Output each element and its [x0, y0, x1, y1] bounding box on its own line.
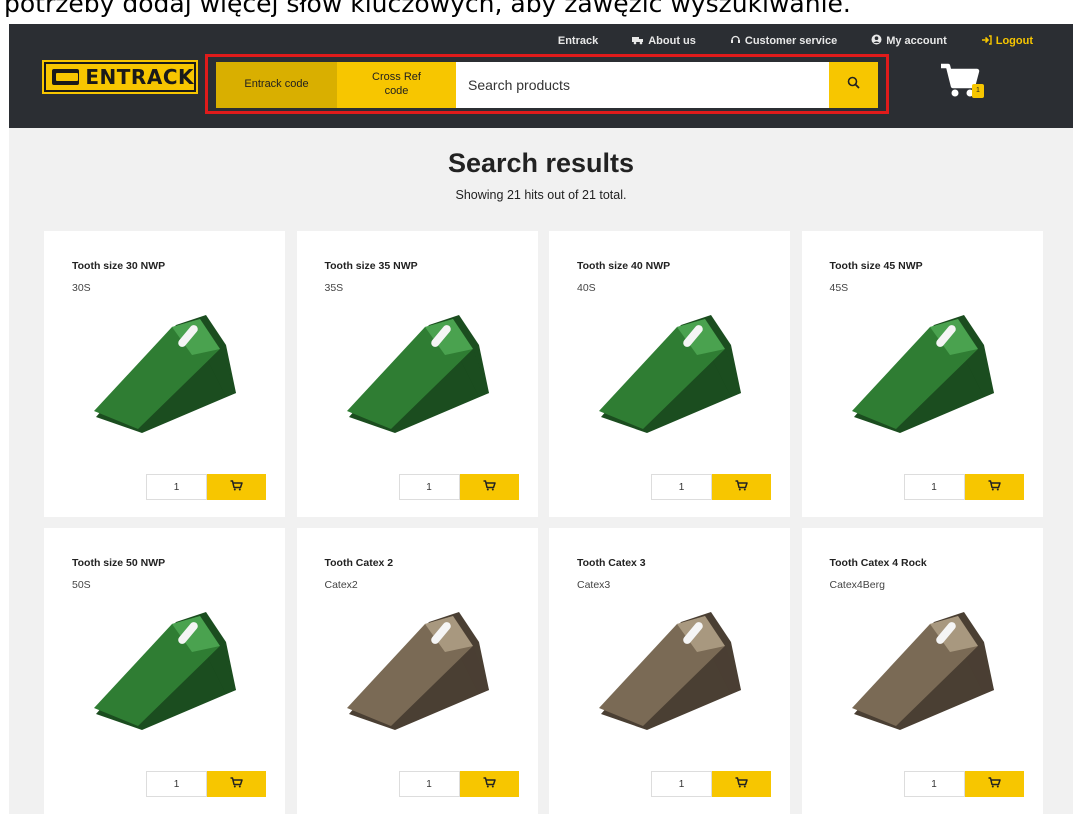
- search-button[interactable]: [829, 62, 878, 108]
- site-header: Entrack About us Customer service My acc…: [9, 24, 1073, 128]
- nav-customer-service[interactable]: Customer service: [730, 34, 837, 48]
- cross-ref-code-label: Cross Ref code: [372, 71, 421, 97]
- add-to-cart-button[interactable]: [459, 771, 519, 797]
- nav-entrack-label: Entrack: [557, 35, 599, 47]
- cart-add-icon: [483, 775, 496, 793]
- nav-logout[interactable]: Logout: [981, 34, 1033, 48]
- add-to-cart-button[interactable]: [712, 474, 771, 500]
- cart-add-icon: [735, 478, 748, 496]
- add-to-cart-button[interactable]: [712, 771, 771, 797]
- quantity-input[interactable]: 1: [903, 474, 965, 500]
- nav-my-account-label: My account: [886, 35, 947, 47]
- product-grid: Tooth size 30 NWP 30S 1 Tooth size 35 NW…: [44, 231, 1071, 814]
- quantity-input[interactable]: 1: [398, 771, 460, 797]
- truck-icon: [632, 35, 644, 48]
- product-code: Catex4Berg: [829, 579, 885, 591]
- product-name[interactable]: Tooth size 50 NWP: [72, 557, 165, 569]
- product-image[interactable]: [76, 602, 256, 742]
- add-to-cart-button[interactable]: [964, 771, 1024, 797]
- product-card[interactable]: Tooth Catex 3 Catex3 1: [549, 528, 790, 814]
- product-card[interactable]: Tooth size 30 NWP 30S 1: [44, 231, 285, 517]
- cart-add-icon: [483, 478, 496, 496]
- product-image[interactable]: [329, 305, 509, 445]
- add-to-cart-button[interactable]: [459, 474, 519, 500]
- quantity-input[interactable]: 1: [651, 474, 712, 500]
- logo-text: ENTRACK: [85, 65, 194, 89]
- cart-add-icon: [988, 775, 1001, 793]
- cart-add-icon: [735, 775, 748, 793]
- cross-ref-code-toggle[interactable]: Cross Ref code: [337, 62, 456, 108]
- search-input[interactable]: [456, 62, 829, 108]
- cart-button[interactable]: 1: [939, 60, 989, 100]
- results-count: Showing 21 hits out of 21 total.: [455, 188, 627, 202]
- product-image[interactable]: [581, 602, 761, 742]
- entrack-logo[interactable]: ENTRACK: [42, 60, 198, 94]
- product-card[interactable]: Tooth Catex 4 Rock Catex4Berg 1: [801, 528, 1043, 814]
- caption-text: potrzeby dodaj więcej słów kluczowych, a…: [4, 0, 851, 18]
- logo-mark-icon: [52, 69, 80, 85]
- search-icon: [847, 76, 860, 94]
- product-code: 40S: [577, 282, 596, 294]
- product-card[interactable]: Tooth size 35 NWP 35S 1: [296, 231, 538, 517]
- product-name[interactable]: Tooth Catex 2: [325, 557, 394, 569]
- product-code: 50S: [72, 579, 91, 591]
- add-to-cart-button[interactable]: [207, 474, 266, 500]
- search-results-page: Search results Showing 21 hits out of 21…: [9, 128, 1073, 814]
- nav-about-us[interactable]: About us: [632, 34, 696, 48]
- headset-icon: [730, 34, 741, 48]
- nav-customer-service-label: Customer service: [744, 35, 838, 47]
- product-name[interactable]: Tooth Catex 4 Rock: [830, 557, 927, 569]
- nav-my-account[interactable]: My account: [871, 34, 947, 48]
- quantity-input[interactable]: 1: [146, 474, 207, 500]
- product-code: Catex2: [324, 579, 358, 591]
- add-to-cart-button[interactable]: [964, 474, 1024, 500]
- quantity-input[interactable]: 1: [398, 474, 460, 500]
- product-card[interactable]: Tooth Catex 2 Catex2 1: [296, 528, 538, 814]
- quantity-input[interactable]: 1: [651, 771, 712, 797]
- nav-entrack[interactable]: Entrack: [558, 34, 598, 48]
- product-card[interactable]: Tooth size 45 NWP 45S 1: [801, 231, 1043, 517]
- nav-about-us-label: About us: [648, 35, 696, 47]
- product-card[interactable]: Tooth size 50 NWP 50S 1: [44, 528, 285, 814]
- product-name[interactable]: Tooth size 35 NWP: [325, 260, 418, 272]
- product-image[interactable]: [834, 602, 1014, 742]
- cart-add-icon: [230, 478, 243, 496]
- quantity-input[interactable]: 1: [903, 771, 965, 797]
- cart-add-icon: [230, 775, 243, 793]
- product-image[interactable]: [76, 305, 256, 445]
- search-highlight-frame: Entrack code Cross Ref code: [205, 54, 889, 114]
- entrack-code-toggle[interactable]: Entrack code: [216, 62, 337, 108]
- user-circle-icon: [871, 34, 882, 48]
- search-bar: Entrack code Cross Ref code: [216, 62, 878, 108]
- cart-add-icon: [988, 478, 1001, 496]
- quantity-input[interactable]: 1: [146, 771, 207, 797]
- page-title: Search results: [447, 148, 635, 178]
- product-code: 45S: [829, 282, 849, 294]
- add-to-cart-button[interactable]: [207, 771, 266, 797]
- product-code: 35S: [324, 282, 344, 294]
- product-name[interactable]: Tooth size 45 NWP: [830, 260, 923, 272]
- product-image[interactable]: [329, 602, 509, 742]
- product-image[interactable]: [834, 305, 1014, 445]
- product-name[interactable]: Tooth size 30 NWP: [72, 260, 165, 272]
- top-navigation: Entrack About us Customer service My acc…: [558, 34, 1033, 48]
- product-code: Catex3: [577, 579, 611, 591]
- product-code: 30S: [72, 282, 91, 294]
- product-card[interactable]: Tooth size 40 NWP 40S 1: [549, 231, 790, 517]
- logout-icon: [981, 34, 992, 48]
- product-image[interactable]: [581, 305, 761, 445]
- cart-count-badge: 1: [972, 84, 984, 98]
- product-name[interactable]: Tooth size 40 NWP: [577, 260, 670, 272]
- entrack-code-label: Entrack code: [244, 78, 309, 91]
- product-name[interactable]: Tooth Catex 3: [577, 557, 646, 569]
- nav-logout-label: Logout: [995, 35, 1033, 47]
